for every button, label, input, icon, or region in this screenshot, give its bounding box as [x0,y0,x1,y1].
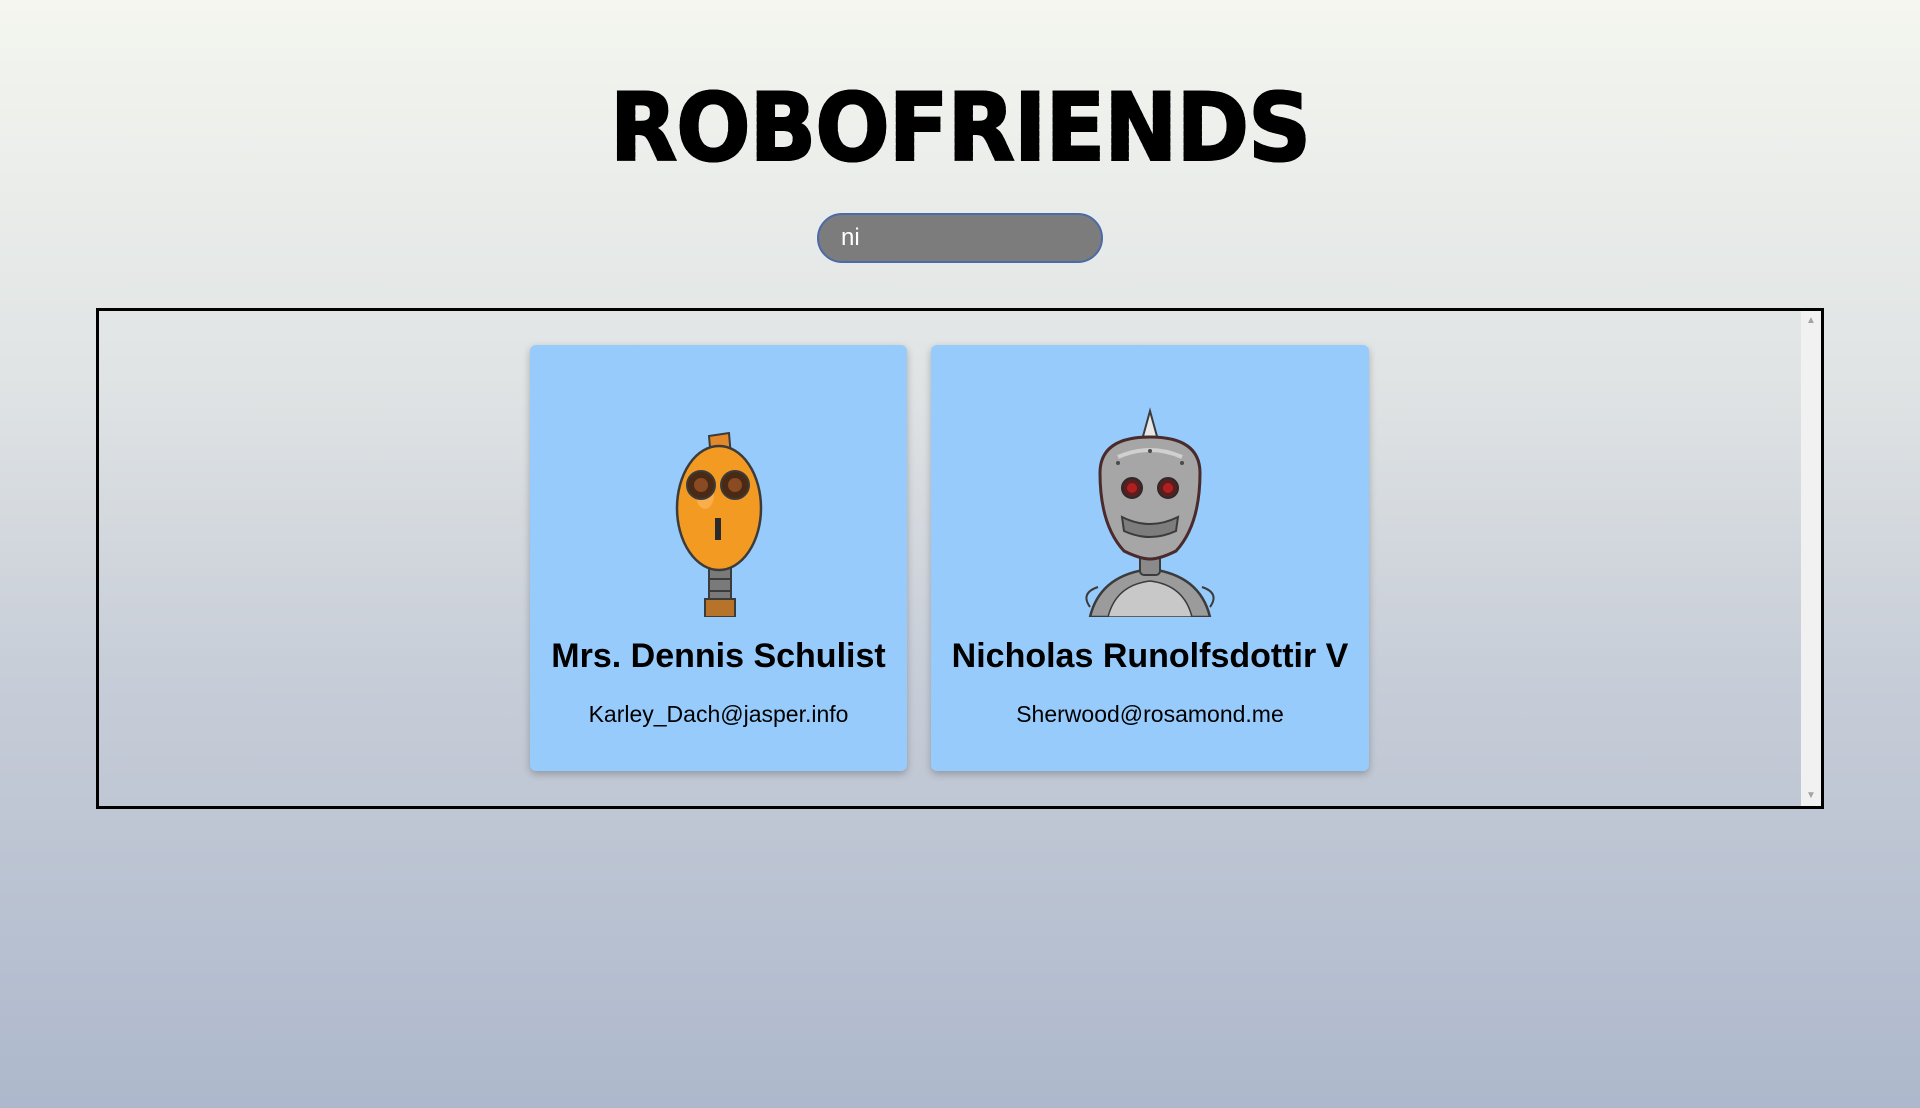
robot-card[interactable]: Mrs. Dennis Schulist Karley_Dach@jasper.… [530,345,907,771]
gray-robot-avatar-icon [1085,407,1215,617]
vertical-scrollbar[interactable]: ▲ ▼ [1801,311,1821,806]
robot-name: Mrs. Dennis Schulist [551,637,886,675]
robot-email: Sherwood@rosamond.me [1016,701,1284,727]
page-title: ROBOFRIENDS [609,74,1312,183]
scroll-down-icon[interactable]: ▼ [1801,788,1821,804]
robot-list-scroll-container[interactable]: Mrs. Dennis Schulist Karley_Dach@jasper.… [96,308,1824,809]
robot-name: Nicholas Runolfsdottir V [951,637,1349,675]
robot-email: Karley_Dach@jasper.info [588,701,849,727]
scroll-up-icon[interactable]: ▲ [1801,313,1821,329]
robot-card[interactable]: Nicholas Runolfsdottir V Sherwood@rosamo… [931,345,1369,771]
search-input[interactable] [817,213,1103,263]
orange-robot-avatar-icon [675,431,762,617]
